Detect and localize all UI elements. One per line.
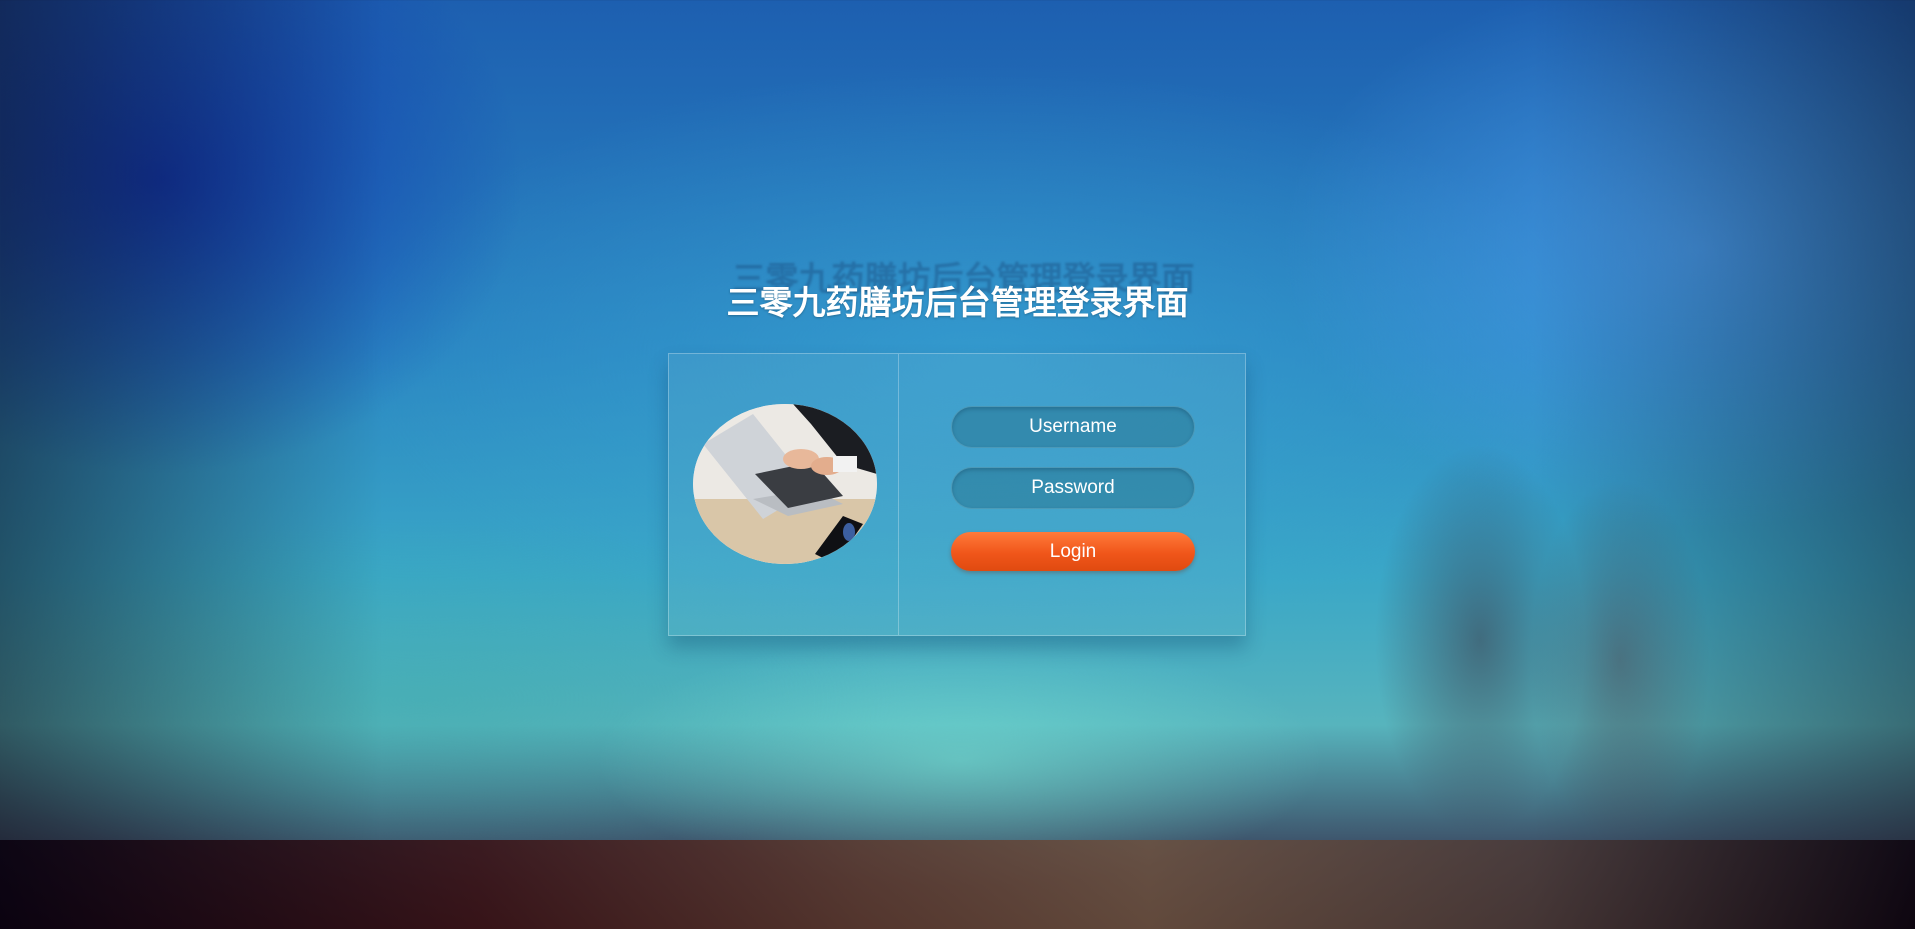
login-form: Login	[899, 354, 1245, 635]
password-input[interactable]	[951, 467, 1195, 509]
title-area: 三零九药膳坊后台管理登录界面 三零九药膳坊后台管理登录界面	[0, 260, 1915, 322]
page-title: 三零九药膳坊后台管理登录界面	[726, 284, 1189, 321]
background-bottom-band	[0, 840, 1915, 929]
login-button[interactable]: Login	[951, 532, 1195, 571]
username-input[interactable]	[951, 406, 1195, 448]
laptop-typing-illustration	[693, 404, 877, 564]
login-panel-image-section	[669, 354, 899, 635]
laptop-typing-image	[693, 404, 877, 564]
login-panel: Login	[668, 353, 1246, 636]
